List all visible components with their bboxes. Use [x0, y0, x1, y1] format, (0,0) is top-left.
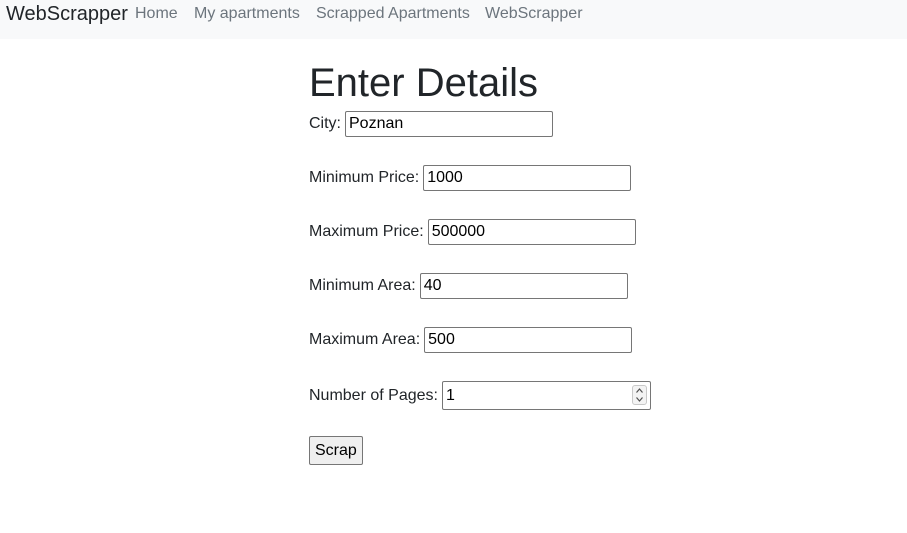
min-price-label: Minimum Price:: [309, 169, 420, 186]
nav-link-webscrapper[interactable]: WebScrapper: [485, 5, 583, 23]
max-area-row: Maximum Area:: [309, 327, 633, 353]
navbar: WebScrapper Home My apartments Scrapped …: [0, 0, 907, 39]
min-price-input[interactable]: [423, 165, 632, 191]
min-price-row: Minimum Price:: [309, 165, 632, 191]
min-area-row: Minimum Area:: [309, 273, 628, 299]
nav-link-home[interactable]: Home: [135, 5, 178, 23]
min-area-label: Minimum Area:: [309, 277, 416, 294]
navbar-brand[interactable]: WebScrapper: [6, 3, 128, 26]
pages-row: Number of Pages:: [309, 381, 651, 410]
chevron-up-icon[interactable]: [635, 388, 643, 393]
nav-link-scrapped-apartments[interactable]: Scrapped Apartments: [316, 5, 470, 23]
city-label: City:: [309, 115, 341, 132]
pages-number-field: [441, 381, 651, 410]
min-area-input[interactable]: [419, 273, 628, 299]
nav-link-my-apartments[interactable]: My apartments: [194, 5, 300, 23]
pages-input[interactable]: [441, 381, 651, 410]
city-row: City:: [309, 111, 553, 137]
max-area-input[interactable]: [424, 327, 633, 353]
max-area-label: Maximum Area:: [309, 331, 421, 348]
city-input[interactable]: [345, 111, 553, 137]
page-title: Enter Details: [309, 61, 538, 105]
max-price-row: Maximum Price:: [309, 219, 636, 245]
pages-label: Number of Pages:: [309, 386, 438, 404]
scrap-button[interactable]: Scrap: [309, 436, 363, 465]
pages-spinner[interactable]: [631, 385, 647, 405]
chevron-down-icon[interactable]: [635, 397, 643, 402]
max-price-label: Maximum Price:: [309, 223, 424, 240]
max-price-input[interactable]: [427, 219, 636, 245]
